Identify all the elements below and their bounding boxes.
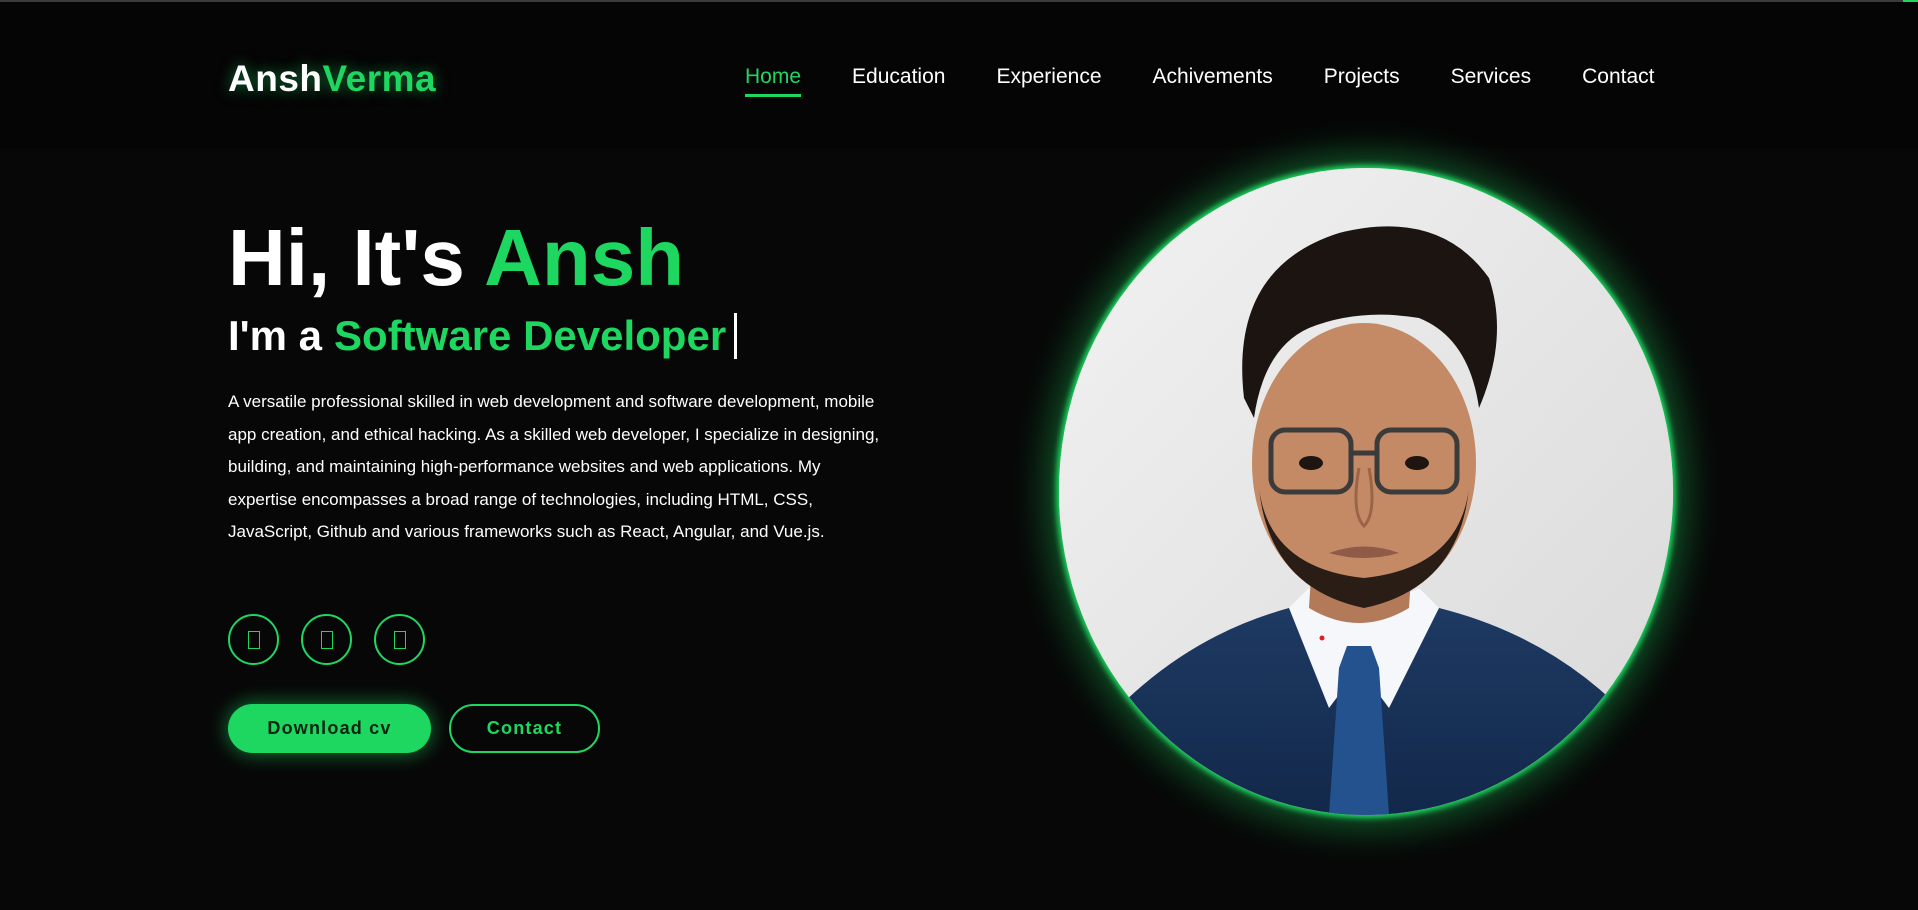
logo[interactable]: AnshVerma: [228, 58, 436, 100]
social-link-1[interactable]: [228, 614, 279, 665]
nav-services[interactable]: Services: [1451, 64, 1532, 90]
hero-role: Software Developer: [334, 312, 727, 359]
nav-experience[interactable]: Experience: [996, 64, 1101, 90]
hero-description: A versatile professional skilled in web …: [228, 392, 880, 541]
nav-projects[interactable]: Projects: [1324, 64, 1400, 90]
logo-first-name: Ansh: [228, 58, 323, 99]
main-nav: Home Education Experience Achivements Pr…: [745, 64, 1705, 97]
hero-name: Ansh: [484, 213, 685, 302]
nav-contact[interactable]: Contact: [1582, 64, 1654, 90]
contact-button[interactable]: Contact: [449, 704, 600, 753]
social-links: [228, 614, 425, 665]
profile-photo-illustration: [1059, 168, 1673, 815]
social-icon-3: [393, 630, 406, 649]
social-icon-1: [247, 630, 260, 649]
hero-sub-prefix: I'm a: [228, 312, 323, 359]
nav-home[interactable]: Home: [745, 64, 802, 97]
nav-achivements[interactable]: Achivements: [1153, 64, 1273, 90]
social-link-3[interactable]: [374, 614, 425, 665]
nav-education[interactable]: Education: [852, 64, 945, 90]
social-icon-2: [320, 630, 333, 649]
site-header: AnshVerma Home Education Experience Achi…: [0, 2, 1918, 148]
logo-last-name: Verma: [322, 58, 437, 99]
social-link-2[interactable]: [301, 614, 352, 665]
profile-photo: [1059, 168, 1673, 815]
hero-subtitle: I'm a Software Developer: [228, 310, 738, 362]
typing-cursor: [734, 313, 738, 359]
download-cv-button[interactable]: Download cv: [228, 704, 431, 753]
hero-title: Hi, It's Ansh: [228, 213, 684, 303]
hero-greeting: Hi, It's: [228, 213, 465, 302]
